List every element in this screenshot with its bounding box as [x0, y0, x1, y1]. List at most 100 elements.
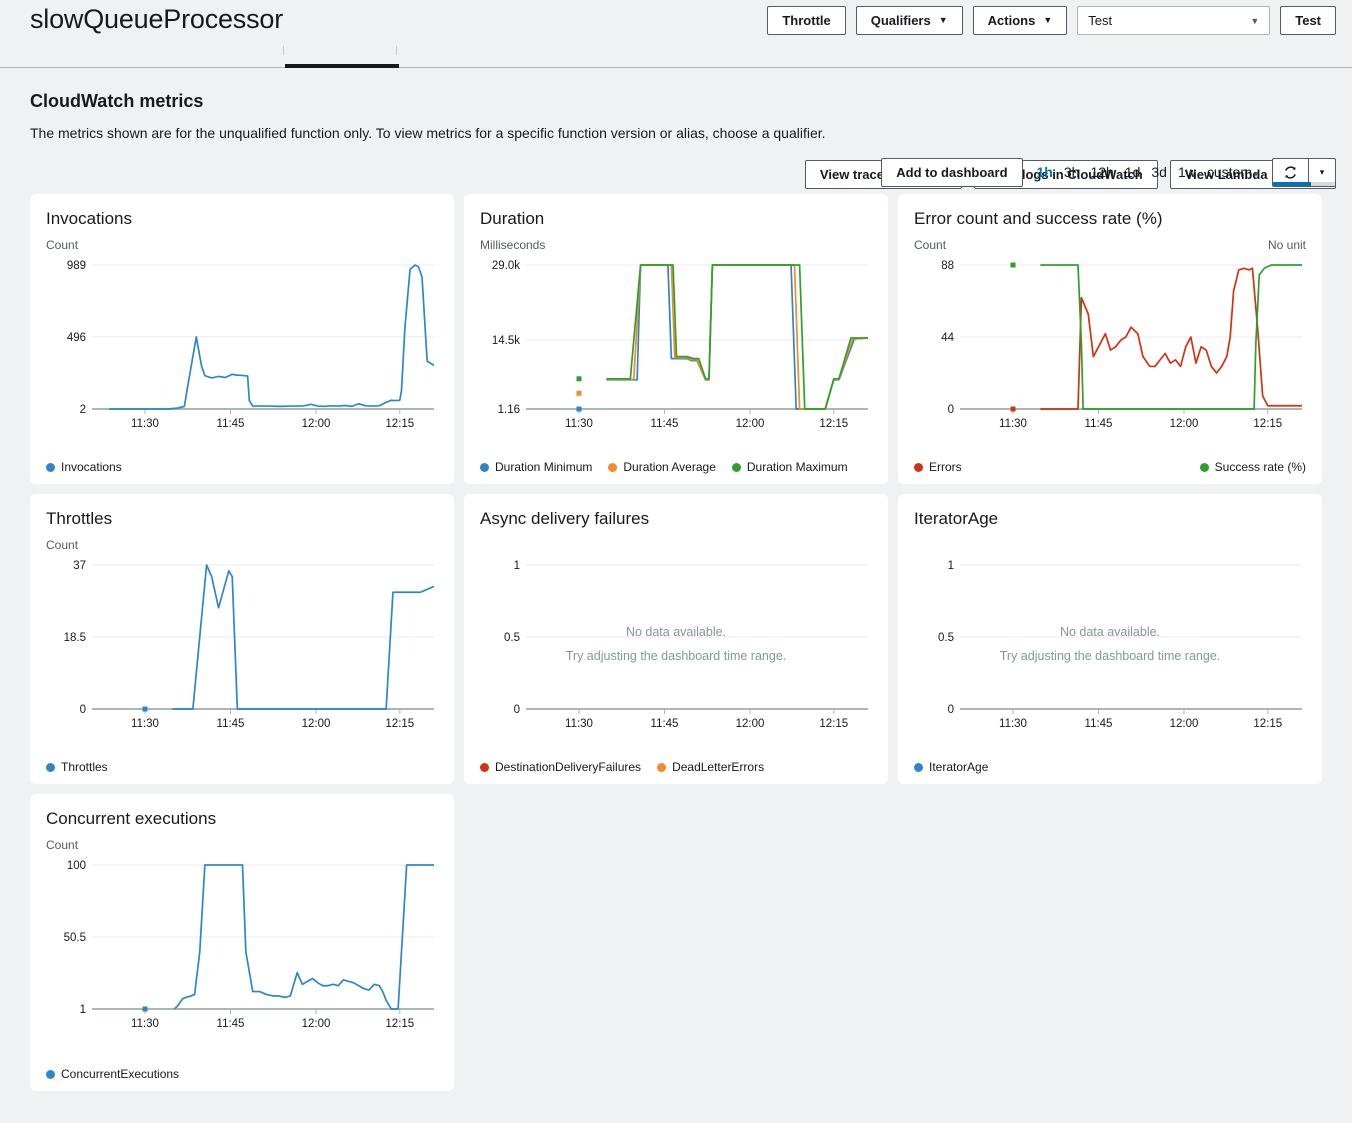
legend-item[interactable]: Duration Maximum	[732, 460, 848, 474]
series-line	[606, 265, 868, 409]
x-axis-tick-label: 12:15	[1253, 718, 1282, 730]
x-axis-tick-label: 11:30	[999, 418, 1027, 430]
actions-dropdown-button[interactable]: Actions ▼	[973, 6, 1068, 35]
x-axis-tick-label: 11:45	[651, 418, 679, 430]
data-point-marker	[143, 1007, 148, 1012]
section-description: The metrics shown are for the unqualifie…	[30, 124, 1336, 142]
legend-item[interactable]: Invocations	[46, 460, 122, 474]
y-axis-tick-label: 37	[73, 560, 86, 572]
legend-item[interactable]: IteratorAge	[914, 760, 988, 774]
test-button[interactable]: Test	[1280, 6, 1336, 35]
metric-panel-async-delivery-failures: Async delivery failures00.5111:3011:4512…	[464, 494, 888, 784]
y-axis-tick-label: 0	[948, 404, 954, 416]
time-range-1h[interactable]: 1h	[1037, 164, 1053, 180]
x-axis-tick-label: 12:15	[385, 718, 414, 730]
y-axis-tick-label: 44	[941, 332, 954, 344]
x-axis-tick-label: 12:00	[302, 718, 331, 730]
x-axis-tick-label: 12:15	[1253, 418, 1282, 430]
x-axis-tick-label: 11:30	[999, 718, 1027, 730]
cloudwatch-metrics-section-header: CloudWatch metrics The metrics shown are…	[0, 68, 1352, 150]
plot-area-concurrent-executions: 150.510011:3011:4512:0012:15	[46, 857, 438, 1035]
legend-item[interactable]: Errors	[914, 460, 962, 474]
legend-label: IteratorAge	[929, 760, 988, 774]
data-point-marker	[143, 707, 148, 712]
plot-area-invocations: 249698911:3011:4512:0012:15	[46, 257, 438, 435]
no-data-hint: Try adjusting the dashboard time range.	[914, 649, 1306, 663]
chart-legend: Invocations	[46, 460, 438, 474]
plot-wrapper: 0448805010011:3011:4512:0012:15	[914, 257, 1306, 435]
time-range-3d[interactable]: 3d	[1151, 164, 1167, 180]
y-axis-tick-label: 88	[941, 260, 954, 272]
legend-item[interactable]: Duration Average	[608, 460, 716, 474]
y-axis-tick-label: 14.5k	[492, 335, 520, 347]
x-axis-tick-label: 12:15	[819, 718, 848, 730]
legend-color-swatch-icon	[914, 763, 923, 772]
y-axis-unit-label: Count	[914, 238, 946, 253]
legend-item[interactable]: ConcurrentExecutions	[46, 1067, 179, 1081]
metrics-toolbar: Add to dashboard 1h3h12h1d3d1wcustom▾ ▾	[0, 150, 1352, 194]
x-axis-tick-label: 12:00	[736, 718, 765, 730]
throttle-button[interactable]: Throttle	[767, 6, 845, 35]
plot-wrapper: 00.5111:3011:4512:0012:15No data availab…	[914, 557, 1306, 735]
time-range-custom[interactable]: custom▾	[1207, 164, 1258, 180]
axis-unit-labels: Count	[46, 838, 438, 853]
legend-color-swatch-icon	[657, 763, 666, 772]
chevron-down-icon: ▼	[1043, 16, 1052, 25]
tab-divider	[396, 46, 397, 55]
panel-title: Concurrent executions	[46, 808, 438, 830]
legend-label: Invocations	[61, 460, 122, 474]
metric-panel-invocations: InvocationsCount249698911:3011:4512:0012…	[30, 194, 454, 484]
no-data-hint: Try adjusting the dashboard time range.	[480, 649, 872, 663]
legend-color-swatch-icon	[46, 763, 55, 772]
y-axis-tick-label: 1.16	[498, 404, 520, 416]
plot-area-error-success: 0448805010011:3011:4512:0012:15	[914, 257, 1306, 435]
x-axis-tick-label: 11:30	[565, 718, 593, 730]
time-range-3h[interactable]: 3h	[1064, 164, 1080, 180]
x-axis-tick-label: 12:00	[1170, 718, 1199, 730]
plot-wrapper: 249698911:3011:4512:0012:15	[46, 257, 438, 435]
metric-panel-error-success: Error count and success rate (%)CountNo …	[898, 194, 1322, 484]
tab-divider	[283, 46, 284, 55]
x-axis-tick-label: 11:30	[131, 1018, 159, 1030]
header-action-group: Throttle Qualifiers ▼ Actions ▼ Test ▼ T…	[767, 6, 1336, 35]
legend-label: Throttles	[61, 760, 108, 774]
legend-item[interactable]: Throttles	[46, 760, 108, 774]
chevron-down-icon: ▾	[1254, 170, 1258, 179]
legend-label: Duration Maximum	[747, 460, 848, 474]
test-event-select[interactable]: Test ▼	[1077, 6, 1270, 35]
y-axis-tick-label: 496	[67, 332, 86, 344]
data-point-marker	[1011, 407, 1016, 412]
y-axis-unit-label: Milliseconds	[480, 238, 545, 253]
y-axis-tick-label: 1	[514, 560, 520, 572]
qualifiers-dropdown-button[interactable]: Qualifiers ▼	[856, 6, 963, 35]
y-axis-tick-label: 1	[948, 560, 954, 572]
legend-color-swatch-icon	[608, 463, 617, 472]
x-axis-tick-label: 11:45	[217, 718, 245, 730]
time-range-1d[interactable]: 1d	[1125, 164, 1141, 180]
y-axis-tick-label: 0	[80, 704, 86, 716]
legend-item[interactable]: DestinationDeliveryFailures	[480, 760, 641, 774]
legend-label: Duration Minimum	[495, 460, 592, 474]
legend-item[interactable]: DeadLetterErrors	[657, 760, 764, 774]
plot-area-iterator-age: 00.5111:3011:4512:0012:15	[914, 557, 1306, 735]
axis-unit-labels	[914, 538, 1306, 553]
legend-item[interactable]: Success rate (%)	[1200, 460, 1306, 474]
metrics-grid: InvocationsCount249698911:3011:4512:0012…	[0, 194, 1352, 1091]
x-axis-tick-label: 11:45	[217, 1018, 245, 1030]
metric-panel-duration: DurationMilliseconds1.1614.5k29.0k11:301…	[464, 194, 888, 484]
custom-label: custom	[1207, 164, 1252, 180]
y-axis-unit-label: Count	[46, 238, 78, 253]
panel-title: IteratorAge	[914, 508, 1306, 530]
legend-item[interactable]: Duration Minimum	[480, 460, 592, 474]
time-range-1w[interactable]: 1w	[1178, 164, 1196, 180]
x-axis-tick-label: 12:15	[385, 1018, 414, 1030]
y-axis-tick-label: 989	[67, 260, 86, 272]
series-line	[606, 265, 868, 409]
time-range-12h[interactable]: 12h	[1090, 164, 1113, 180]
no-data-message: No data available.	[480, 625, 872, 639]
panel-title: Throttles	[46, 508, 438, 530]
add-to-dashboard-label: Add to dashboard	[896, 165, 1007, 180]
panel-title: Duration	[480, 208, 872, 230]
add-to-dashboard-button[interactable]: Add to dashboard	[881, 158, 1022, 187]
refresh-control-group: ▾	[1272, 158, 1336, 187]
